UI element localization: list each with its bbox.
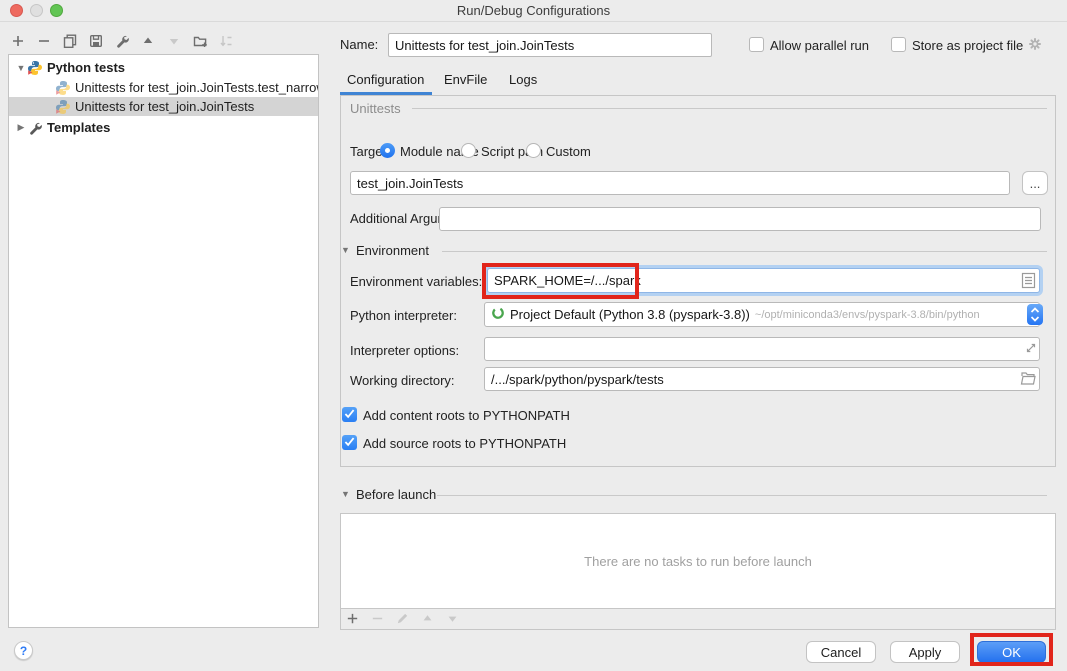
run-debug-configurations-dialog: Run/Debug Configurations ▼ Python tests …: [0, 0, 1067, 671]
working-directory-label: Working directory:: [350, 373, 455, 388]
working-directory-input[interactable]: [484, 367, 1040, 391]
conda-icon: [491, 306, 505, 323]
add-source-roots-checkbox[interactable]: [342, 435, 357, 450]
radio-module-name[interactable]: [380, 143, 395, 158]
add-content-roots-checkbox[interactable]: [342, 407, 357, 422]
cancel-button[interactable]: Cancel: [806, 641, 876, 663]
python-test-icon: [55, 99, 71, 115]
before-launch-toolbar: [345, 611, 461, 627]
apply-button[interactable]: Apply: [890, 641, 960, 663]
before-launch-section-label: Before launch: [356, 487, 436, 502]
templates-wrench-icon: [27, 120, 43, 136]
tab-configuration[interactable]: Configuration: [347, 72, 424, 87]
add-icon[interactable]: [10, 33, 26, 49]
radio-custom-label: Custom: [546, 144, 591, 159]
gear-icon[interactable]: [1027, 36, 1043, 52]
before-launch-empty-text: There are no tasks to run before launch: [584, 554, 812, 569]
configurations-tree: ▼ Python tests Unittests for test_join.J…: [8, 54, 319, 628]
python-interpreter-label: Python interpreter:: [350, 308, 457, 323]
before-launch-task-list[interactable]: There are no tasks to run before launch: [341, 514, 1055, 609]
copy-icon[interactable]: [62, 33, 78, 49]
remove-icon: [370, 611, 386, 627]
new-folder-icon[interactable]: [192, 33, 208, 49]
add-content-roots-label: Add content roots to PYTHONPATH: [363, 408, 570, 423]
move-down-icon: [166, 33, 182, 49]
before-launch-collapse-icon[interactable]: ▼: [341, 489, 350, 499]
environment-section-line: [442, 251, 1047, 252]
environment-section-label: Environment: [356, 243, 429, 258]
environment-variables-input[interactable]: [487, 268, 1040, 293]
browse-button[interactable]: ...: [1022, 171, 1048, 195]
before-launch-box: There are no tasks to run before launch: [340, 513, 1056, 630]
name-label: Name:: [340, 37, 378, 52]
unittests-group-line: [412, 108, 1047, 109]
help-button[interactable]: ?: [14, 641, 33, 660]
environment-variables-editor-icon[interactable]: [1021, 272, 1036, 294]
tree-item-label: Templates: [47, 120, 110, 135]
allow-parallel-run-label: Allow parallel run: [770, 38, 869, 53]
chevron-right-icon[interactable]: ▶: [15, 122, 27, 133]
expand-icon[interactable]: [1024, 341, 1038, 360]
save-icon[interactable]: [88, 33, 104, 49]
python-interpreter-combobox[interactable]: Project Default (Python 3.8 (pyspark-3.8…: [484, 302, 1040, 327]
name-input[interactable]: [388, 33, 712, 57]
tree-item-unittest-narrow[interactable]: Unittests for test_join.JoinTests.test_n…: [9, 78, 318, 97]
tree-item-label: Unittests for test_join.JoinTests: [75, 99, 254, 114]
python-interpreter-path: ~/opt/miniconda3/envs/pyspark-3.8/bin/py…: [755, 309, 980, 321]
environment-collapse-icon[interactable]: ▼: [341, 245, 350, 255]
store-as-project-file-checkbox[interactable]: [891, 37, 906, 52]
store-as-project-file-label: Store as project file: [912, 38, 1023, 53]
titlebar: Run/Debug Configurations: [0, 0, 1067, 22]
remove-icon[interactable]: [36, 33, 52, 49]
radio-custom[interactable]: [526, 143, 541, 158]
unittests-group-label: Unittests: [350, 101, 401, 116]
environment-variables-label: Environment variables:: [350, 274, 482, 289]
tree-item-unittest-jointests-selected[interactable]: Unittests for test_join.JoinTests: [9, 97, 318, 116]
window-title: Run/Debug Configurations: [0, 3, 1067, 18]
before-launch-section-line: [437, 495, 1047, 496]
ok-button[interactable]: OK: [977, 641, 1046, 663]
interpreter-dropdown-stepper[interactable]: [1027, 304, 1043, 325]
tree-item-python-tests[interactable]: ▼ Python tests: [9, 58, 318, 77]
folder-icon[interactable]: [1020, 371, 1037, 391]
target-input[interactable]: [350, 171, 1010, 195]
tab-envfile[interactable]: EnvFile: [444, 72, 487, 87]
interpreter-options-label: Interpreter options:: [350, 343, 459, 358]
tab-logs[interactable]: Logs: [509, 72, 537, 87]
additional-arguments-input[interactable]: [439, 207, 1041, 231]
move-up-icon: [420, 611, 436, 627]
interpreter-options-input[interactable]: [484, 337, 1040, 361]
tree-item-label: Unittests for test_join.JoinTests.test_n…: [75, 80, 318, 95]
sort-alphabetically-icon: [218, 33, 234, 49]
python-interpreter-value: Project Default (Python 3.8 (pyspark-3.8…: [510, 307, 750, 322]
add-icon[interactable]: [345, 611, 361, 627]
allow-parallel-run-checkbox[interactable]: [749, 37, 764, 52]
sidebar-toolbar: [10, 30, 234, 52]
tree-item-templates[interactable]: ▶ Templates: [9, 118, 318, 137]
radio-script-path[interactable]: [461, 143, 476, 158]
python-tests-icon: [27, 60, 43, 76]
chevron-down-icon[interactable]: ▼: [15, 63, 27, 73]
move-down-icon: [445, 611, 461, 627]
edit-templates-icon[interactable]: [114, 33, 130, 49]
tree-item-label: Python tests: [47, 60, 125, 75]
add-source-roots-label: Add source roots to PYTHONPATH: [363, 436, 566, 451]
python-test-icon: [55, 80, 71, 96]
move-up-icon[interactable]: [140, 33, 156, 49]
edit-pencil-icon: [395, 611, 411, 627]
